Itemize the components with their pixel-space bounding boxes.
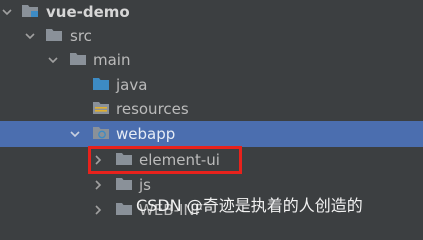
tree-item-java[interactable]: java [0, 73, 423, 97]
tree-item-label: vue-demo [46, 3, 130, 21]
chevron-right-icon[interactable] [91, 178, 105, 192]
tree-item-src[interactable]: src [0, 24, 423, 48]
chevron-down-icon[interactable] [0, 5, 14, 19]
chevron-right-icon[interactable] [91, 203, 105, 217]
tree-item-label: webapp [116, 125, 176, 143]
watermark-text: CSDN @奇迹是执着的人创造的 [136, 196, 363, 215]
module-folder-icon [22, 3, 39, 17]
chevron-down-icon[interactable] [68, 127, 82, 141]
folder-icon [70, 52, 87, 66]
tree-item-label: resources [116, 100, 189, 118]
folder-icon [46, 28, 63, 42]
folder-icon [116, 202, 133, 216]
project-tree: vue-demo src main java resources webapp … [0, 0, 423, 225]
resources-folder-icon [93, 101, 110, 115]
web-folder-icon [93, 126, 110, 140]
chevron-down-icon[interactable] [23, 29, 37, 43]
tree-item-webapp[interactable]: webapp [0, 121, 423, 147]
tree-item-main[interactable]: main [0, 48, 423, 72]
chevron-down-icon[interactable] [46, 53, 60, 67]
highlight-annotation-box [88, 146, 242, 174]
tree-item-label: src [70, 27, 92, 45]
tree-item-label: main [93, 51, 131, 69]
tree-item-resources[interactable]: resources [0, 97, 423, 121]
tree-item-vue-demo[interactable]: vue-demo [0, 0, 423, 24]
folder-icon [116, 177, 133, 191]
source-folder-icon [93, 77, 110, 91]
tree-item-label: java [116, 76, 148, 94]
